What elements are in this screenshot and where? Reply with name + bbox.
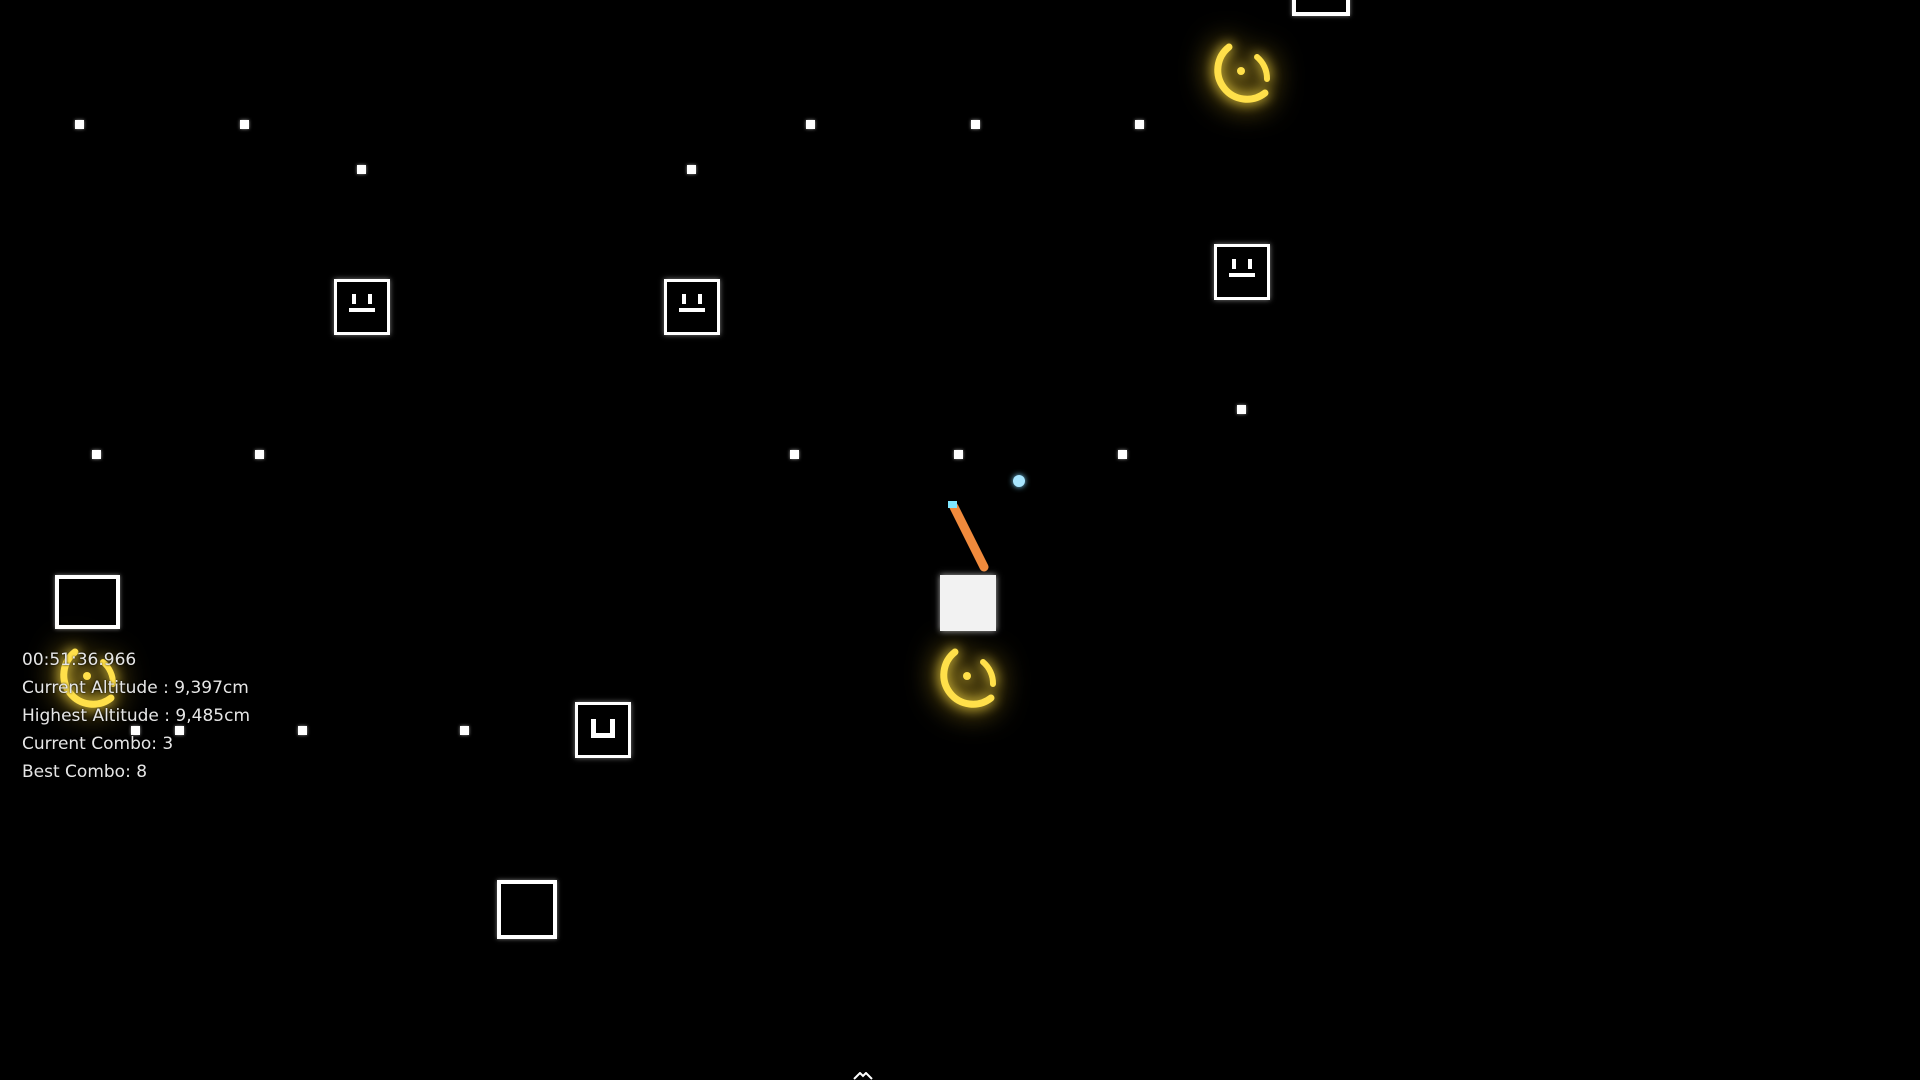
highest-altitude-text: Highest Altitude : 9,485cm bbox=[22, 706, 250, 726]
smiling-face-block bbox=[1214, 244, 1270, 300]
dot-marker bbox=[460, 726, 469, 735]
dot-marker bbox=[357, 165, 366, 174]
dot-marker bbox=[954, 450, 963, 459]
hollow-block bbox=[1292, 0, 1350, 16]
face-icon bbox=[679, 294, 705, 312]
dot-marker bbox=[806, 120, 815, 129]
dot-marker bbox=[92, 450, 101, 459]
smiling-face-block bbox=[664, 279, 720, 335]
gold-ring-icon bbox=[925, 640, 1005, 720]
dot-marker bbox=[255, 450, 264, 459]
timer-text: 00:51:36.966 bbox=[22, 650, 137, 670]
dot-marker bbox=[240, 120, 249, 129]
hollow-block bbox=[497, 880, 557, 939]
dot-marker bbox=[298, 726, 307, 735]
hollow-block bbox=[55, 575, 120, 629]
grapple-rope bbox=[948, 501, 989, 572]
dot-marker bbox=[1135, 120, 1144, 129]
face-icon bbox=[349, 294, 375, 312]
smiling-face-block bbox=[334, 279, 390, 335]
gold-ring-icon bbox=[1199, 35, 1279, 115]
face-icon bbox=[1229, 259, 1255, 277]
hud-panel: 00:51:36.966 Current Altitude : 9,397cm … bbox=[22, 646, 250, 786]
dot-marker bbox=[687, 165, 696, 174]
current-altitude-text: Current Altitude : 9,397cm bbox=[22, 678, 249, 698]
open-mouth-face-block bbox=[575, 702, 631, 758]
dot-marker bbox=[1237, 405, 1246, 414]
dot-marker bbox=[1118, 450, 1127, 459]
game-scene[interactable]: 00:51:36.966 Current Altitude : 9,397cm … bbox=[0, 0, 1920, 1080]
dot-marker bbox=[971, 120, 980, 129]
spark-particle bbox=[1013, 475, 1025, 487]
player-cube[interactable] bbox=[940, 575, 996, 631]
face-icon bbox=[591, 719, 615, 738]
best-combo-text: Best Combo: 8 bbox=[22, 762, 148, 782]
current-combo-text: Current Combo: 3 bbox=[22, 734, 174, 754]
dot-marker bbox=[790, 450, 799, 459]
dot-marker bbox=[75, 120, 84, 129]
offscreen-marker-icon bbox=[853, 1072, 873, 1080]
